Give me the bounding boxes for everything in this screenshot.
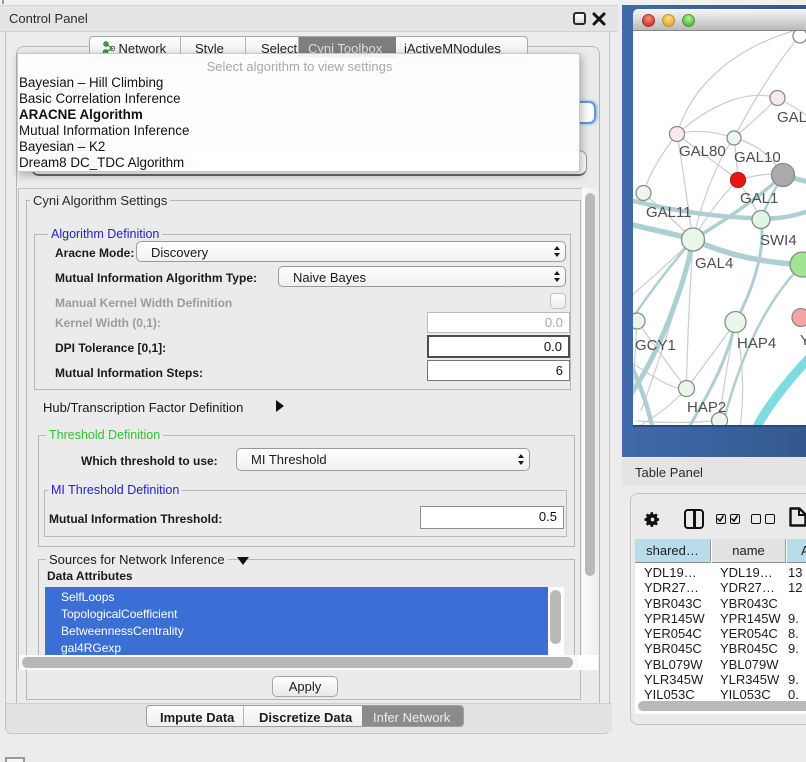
svg-text:HAP4: HAP4 [737, 335, 776, 352]
svg-text:HAP2: HAP2 [687, 399, 726, 416]
svg-text:GCY1: GCY1 [635, 337, 676, 354]
svg-text:GAL4: GAL4 [695, 255, 733, 272]
svg-text:Y: Y [800, 332, 806, 349]
svg-text:GAL11: GAL11 [646, 204, 692, 221]
svg-text:GAL1: GAL1 [740, 190, 778, 207]
svg-text:GAL80: GAL80 [679, 143, 726, 160]
svg-text:GAL7: GAL7 [777, 109, 806, 126]
svg-text:SWI4: SWI4 [760, 232, 797, 249]
svg-text:GAL10: GAL10 [734, 149, 781, 166]
